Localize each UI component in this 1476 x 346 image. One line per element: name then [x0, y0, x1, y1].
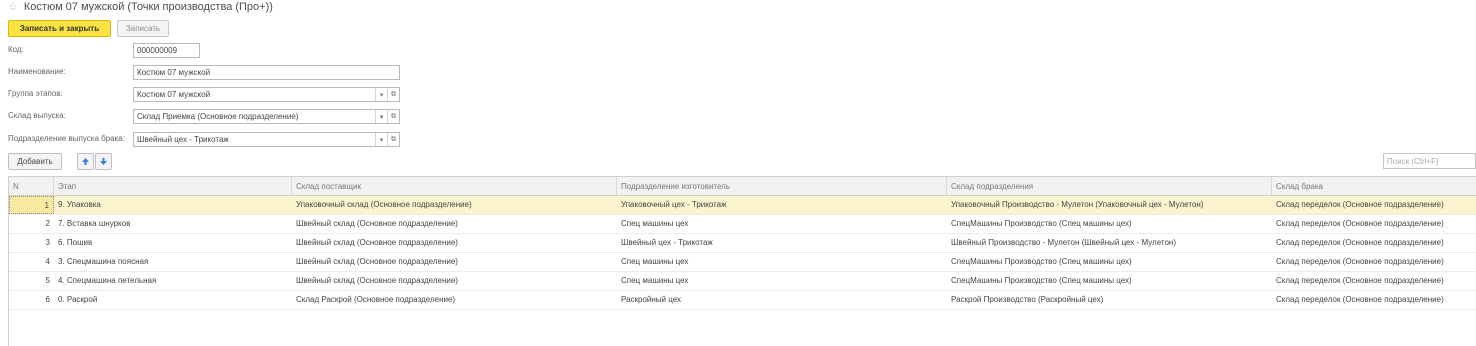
group-label: Группа этапов:	[8, 89, 63, 98]
cell-stage: 0. Раскрой	[58, 295, 98, 304]
warehouse-label: Склад выпуска:	[8, 111, 66, 120]
cell-supplier-warehouse: Швейный склад (Основное подразделение)	[296, 276, 458, 285]
table-row[interactable]: 3 6. Пошив Швейный склад (Основное подразд…	[9, 234, 1476, 253]
move-down-button[interactable]	[95, 153, 112, 170]
code-value: 000000009	[137, 46, 178, 55]
cell-defect-warehouse: Склад переделок (Основное подразделение)	[1276, 257, 1444, 266]
cell-supplier-warehouse: Швейный склад (Основное подразделение)	[296, 257, 458, 266]
cell-stage: 4. Спецмашина петельная	[58, 276, 157, 285]
table-row[interactable]: 5 4. Спецмашина петельная Швейный склад (О…	[9, 272, 1476, 291]
column-header-supplier-warehouse[interactable]: Склад поставщик	[292, 177, 617, 196]
cell-manufacturer: Спец машины цех	[621, 276, 689, 285]
cell-stage: 3. Спецмашина поясная	[58, 257, 149, 266]
cell-n: 1	[9, 196, 54, 214]
defect-division-value: Швейный цех - Трикотаж	[137, 135, 229, 144]
cell-division-warehouse: Швейный Производство - Мулетон (Швейный …	[951, 238, 1176, 247]
dropdown-icon[interactable]: ▾	[375, 88, 387, 101]
window-title: Костюм 07 мужской (Точки производства (П…	[23, 0, 273, 13]
cell-n: 4	[45, 257, 50, 266]
cell-supplier-warehouse: Склад Раскрой (Основное подразделение)	[296, 295, 456, 304]
cell-division-warehouse: СпецМашины Производство (Спец машины цех…	[951, 276, 1132, 285]
table-header: N Этап Склад поставщик Подразделение изг…	[9, 177, 1476, 196]
cell-stage: 7. Вставка шнурков	[58, 219, 131, 228]
name-field[interactable]: Костюм 07 мужской	[133, 65, 400, 80]
cell-manufacturer: Швейный цех - Трикотаж	[621, 238, 713, 247]
column-header-defect-warehouse[interactable]: Склад брака	[1272, 177, 1476, 196]
code-field[interactable]: 000000009	[133, 43, 200, 58]
column-header-division-warehouse[interactable]: Склад подразделения	[947, 177, 1272, 196]
cell-stage: 9. Упаковка	[58, 200, 101, 209]
cell-n: 3	[45, 238, 50, 247]
warehouse-field[interactable]: Склад Приемка (Основное подразделение) ▾…	[133, 109, 400, 124]
search-input[interactable]: Поиск (Ctrl+F)	[1383, 153, 1476, 169]
cell-defect-warehouse: Склад переделок (Основное подразделение)	[1276, 276, 1444, 285]
arrow-down-icon	[100, 158, 107, 165]
name-label: Наименование:	[8, 67, 66, 76]
cell-defect-warehouse: Склад переделок (Основное подразделение)	[1276, 219, 1444, 228]
open-link-icon[interactable]: ⧉	[387, 110, 399, 123]
cell-n: 6	[45, 295, 50, 304]
warehouse-value: Склад Приемка (Основное подразделение)	[137, 112, 299, 121]
dropdown-icon[interactable]: ▾	[375, 133, 387, 146]
table-row[interactable]: 6 0. Раскрой Склад Раскрой (Основное подра…	[9, 291, 1476, 310]
stages-table: N Этап Склад поставщик Подразделение изг…	[8, 176, 1476, 346]
cell-n: 5	[45, 276, 50, 285]
cell-manufacturer: Упаковочный цех - Трикотаж	[621, 200, 727, 209]
save-and-close-button[interactable]: Записать и закрыть	[8, 20, 111, 37]
name-value: Костюм 07 мужской	[137, 68, 211, 77]
cell-division-warehouse: Раскрой Производство (Раскройный цех)	[951, 295, 1104, 304]
star-icon[interactable]: ☆	[8, 1, 18, 13]
cell-stage: 6. Пошив	[58, 238, 93, 247]
defect-division-label: Подразделение выпуска брака:	[8, 134, 125, 143]
cell-n: 2	[45, 219, 50, 228]
table-row[interactable]: 1 9. Упаковка Упаковочный склад (Основное …	[9, 196, 1476, 215]
cell-manufacturer: Спец машины цех	[621, 219, 689, 228]
group-field[interactable]: Костюм 07 мужской ▾ ⧉	[133, 87, 400, 102]
table-row[interactable]: 4 3. Спецмашина поясная Швейный склад (Осн…	[9, 253, 1476, 272]
move-up-button[interactable]	[77, 153, 94, 170]
cell-division-warehouse: СпецМашины Производство (Спец машины цех…	[951, 257, 1132, 266]
dropdown-icon[interactable]: ▾	[375, 110, 387, 123]
cell-defect-warehouse: Склад переделок (Основное подразделение)	[1276, 200, 1444, 209]
open-link-icon[interactable]: ⧉	[387, 88, 399, 101]
add-button[interactable]: Добавить	[8, 153, 62, 170]
column-header-stage[interactable]: Этап	[54, 177, 292, 196]
cell-supplier-warehouse: Швейный склад (Основное подразделение)	[296, 219, 458, 228]
column-header-n[interactable]: N	[9, 177, 54, 196]
code-label: Код:	[8, 45, 24, 54]
cell-supplier-warehouse: Швейный склад (Основное подразделение)	[296, 238, 458, 247]
title-bar: ☆ Костюм 07 мужской (Точки производства …	[8, 0, 273, 14]
defect-division-field[interactable]: Швейный цех - Трикотаж ▾ ⧉	[133, 132, 400, 147]
table-row[interactable]: 2 7. Вставка шнурков Швейный склад (Основн…	[9, 215, 1476, 234]
cell-supplier-warehouse: Упаковочный склад (Основное подразделени…	[296, 200, 472, 209]
cell-defect-warehouse: Склад переделок (Основное подразделение)	[1276, 295, 1444, 304]
save-button[interactable]: Записать	[117, 20, 169, 37]
cell-division-warehouse: Упаковочный Производство - Мулетон (Упак…	[951, 200, 1204, 209]
group-value: Костюм 07 мужской	[137, 90, 211, 99]
cell-manufacturer: Раскройный цех	[621, 295, 682, 304]
open-link-icon[interactable]: ⧉	[387, 133, 399, 146]
cell-division-warehouse: СпецМашины Производство (Спец машины цех…	[951, 219, 1132, 228]
cell-manufacturer: Спец машины цех	[621, 257, 689, 266]
arrow-up-icon	[82, 158, 89, 165]
cell-defect-warehouse: Склад переделок (Основное подразделение)	[1276, 238, 1444, 247]
column-header-manufacturer[interactable]: Подразделение изготовитель	[617, 177, 947, 196]
